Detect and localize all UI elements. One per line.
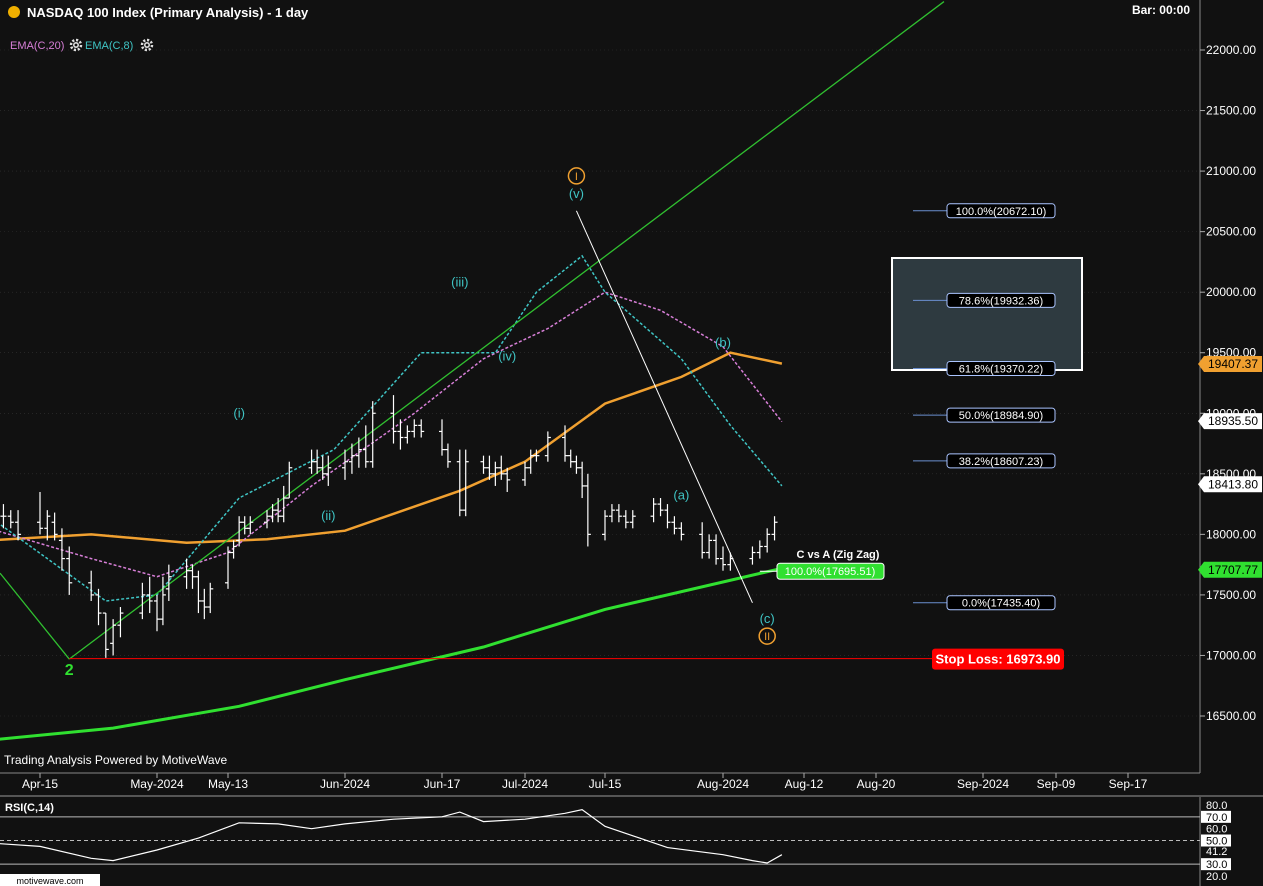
ema20-legend[interactable]: EMA(C,20): [10, 40, 64, 52]
price-chart[interactable]: 22000.00 21500.00 21000.00 20500.00 20000.00…: [0, 0, 1263, 886]
price-tick-label: 17500.00: [1206, 588, 1256, 602]
rsi-tick-label: 41.2: [1206, 846, 1227, 858]
price-tick-label: 18000.00: [1206, 527, 1256, 541]
wave-label[interactable]: II: [764, 631, 770, 643]
rsi-label: RSI(C,14): [5, 802, 54, 814]
wave-label[interactable]: I: [575, 171, 578, 183]
fib-level-label[interactable]: 50.0%(18984.90): [959, 410, 1043, 422]
price-tag-label: 18935.50: [1208, 414, 1258, 428]
time-tick-label: Aug-12: [785, 777, 824, 791]
price-tick-label: 21000.00: [1206, 164, 1256, 178]
wave-label[interactable]: (ii): [321, 508, 335, 523]
wave-label[interactable]: (iv): [498, 348, 516, 363]
ema8-legend[interactable]: EMA(C,8): [85, 40, 133, 52]
wave-label[interactable]: (c): [760, 611, 775, 626]
price-tick-label: 16500.00: [1206, 709, 1256, 723]
chart-title: NASDAQ 100 Index (Primary Analysis) - 1 …: [27, 5, 309, 20]
wave-label[interactable]: (iii): [451, 274, 468, 289]
price-tick-label: 20000.00: [1206, 285, 1256, 299]
wave-label[interactable]: (v): [569, 186, 584, 201]
credit-text: Trading Analysis Powered by MotiveWave: [4, 753, 228, 767]
wave-label[interactable]: (b): [715, 335, 731, 350]
price-tag-label: 19407.37: [1208, 357, 1258, 371]
time-tick-label: Jun-2024: [320, 777, 370, 791]
wave-label[interactable]: (i): [233, 405, 245, 420]
zigzag-title: C vs A (Zig Zag): [797, 549, 880, 561]
status-dot: [8, 6, 20, 18]
fib-level-label[interactable]: 78.6%(19932.36): [959, 295, 1043, 307]
fib-level-label[interactable]: 38.2%(18607.23): [959, 456, 1043, 468]
rsi-tick-label: 80.0: [1206, 800, 1227, 812]
watermark: motivewave.com: [16, 876, 83, 886]
time-tick-label: Sep-09: [1037, 777, 1076, 791]
time-tick-label: Sep-2024: [957, 777, 1009, 791]
time-tick-label: Jun-17: [424, 777, 461, 791]
time-tick-label: May-13: [208, 777, 248, 791]
fib-zone-box[interactable]: [891, 257, 1083, 371]
rsi-tick-label: 30.0: [1206, 859, 1227, 871]
bar-timer: Bar: 00:00: [1132, 3, 1190, 17]
rsi-tick-label: 20.0: [1206, 871, 1227, 883]
fib-level-label[interactable]: 61.8%(19370.22): [959, 363, 1043, 375]
fib-level-label[interactable]: 0.0%(17435.40): [962, 598, 1040, 610]
time-tick-label: Jul-2024: [502, 777, 548, 791]
price-tag-label: 18413.80: [1208, 477, 1258, 491]
rsi-tick-label: 70.0: [1206, 812, 1227, 824]
wave-label[interactable]: (a): [673, 488, 689, 503]
time-tick-label: Aug-2024: [697, 777, 749, 791]
time-tick-label: Sep-17: [1109, 777, 1148, 791]
price-tick-label: 20500.00: [1206, 225, 1256, 239]
time-tick-label: Aug-20: [857, 777, 896, 791]
time-tick-label: May-2024: [130, 777, 184, 791]
chart-window: 22000.00 21500.00 21000.00 20500.00 20000.00…: [0, 0, 1263, 886]
stop-loss-label[interactable]: Stop Loss: 16973.90: [936, 652, 1061, 667]
zigzag-target-label[interactable]: 100.0%(17695.51): [785, 566, 876, 578]
price-tick-label: 22000.00: [1206, 43, 1256, 57]
fib-level-label[interactable]: 100.0%(20672.10): [956, 206, 1047, 218]
rsi-tick-label: 60.0: [1206, 824, 1227, 836]
time-tick-label: Apr-15: [22, 777, 58, 791]
price-tag-label: 17707.77: [1208, 563, 1258, 577]
price-tick-label: 17000.00: [1206, 648, 1256, 662]
time-tick-label: Jul-15: [589, 777, 622, 791]
wave-label[interactable]: 2: [65, 662, 74, 679]
price-tick-label: 21500.00: [1206, 104, 1256, 118]
